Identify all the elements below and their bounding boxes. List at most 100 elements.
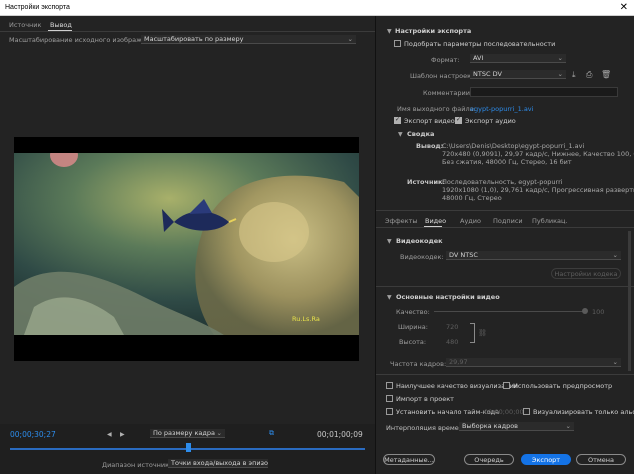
- match-sequence-label: Подобрать параметры последовательности: [404, 40, 556, 48]
- tab-audio[interactable]: Аудио: [460, 217, 481, 225]
- quality-label: Качество:: [396, 308, 430, 316]
- match-sequence-checkbox[interactable]: [394, 40, 401, 47]
- video-overlay-text: Ru.Ls.Ra: [292, 315, 320, 323]
- height-label: Высота:: [399, 338, 427, 346]
- max-quality-label: Наилучшее качество визуализации: [396, 382, 518, 390]
- chevron-down-icon: ⌄: [612, 358, 618, 366]
- summary-header: Сводка: [407, 130, 435, 138]
- source-range-label: Диапазон источника:: [102, 461, 176, 469]
- section-divider: [376, 210, 634, 211]
- use-previews-checkbox[interactable]: [503, 382, 510, 389]
- tabs-divider: [0, 31, 375, 32]
- summary-output-line: Без сжатия, 48000 Гц, Стерео, 16 бит: [442, 158, 572, 166]
- aspect-bracket: [470, 323, 475, 343]
- fit-select[interactable]: По размеру кадра ⌄: [150, 429, 225, 438]
- playhead[interactable]: [185, 443, 191, 452]
- scrollbar[interactable]: [628, 231, 631, 371]
- interp-select[interactable]: Выборка кадров ⌄: [459, 422, 574, 431]
- codec-settings-button[interactable]: Настройки кодека: [551, 268, 621, 279]
- cancel-button[interactable]: Отмена: [576, 454, 626, 465]
- tab-video[interactable]: Видео: [425, 217, 446, 225]
- export-video-label: Экспорт видео: [404, 117, 455, 125]
- chevron-down-icon: ⌄: [259, 459, 265, 467]
- source-range-value: Точки входа/выхода в эпизо...: [171, 459, 268, 467]
- format-label: Формат:: [431, 56, 460, 64]
- basic-video-header: Основные настройки видео: [396, 293, 500, 301]
- tab-output[interactable]: Вывод: [50, 21, 72, 29]
- summary-output-line: 720x480 (0,9091), 29,97 кадр/с, Нижнее, …: [442, 150, 634, 158]
- output-name-label: Имя выходного файла:: [397, 105, 476, 113]
- summary-output-line: C:\Users\Denis\Desktop\egypt-popurri_1.a…: [442, 142, 585, 150]
- queue-button[interactable]: Очередь: [464, 454, 514, 465]
- format-select[interactable]: AVI ⌄: [470, 54, 566, 63]
- delete-preset-icon[interactable]: 🗑: [601, 70, 611, 79]
- width-value: 720: [446, 323, 459, 331]
- quality-slider[interactable]: [434, 311, 584, 312]
- video-codec-select[interactable]: DV NTSC ⌄: [446, 251, 621, 260]
- fit-select-value: По размеру кадра: [153, 429, 215, 437]
- close-icon[interactable]: ✕: [620, 2, 628, 13]
- framerate-select[interactable]: 29,97 ⌄: [446, 358, 621, 367]
- alpha-only-checkbox[interactable]: [523, 408, 530, 415]
- export-video-checkbox[interactable]: [394, 116, 401, 124]
- use-previews-label: Использовать предпросмотр: [513, 382, 613, 390]
- output-name-link[interactable]: egypt-popurri_1.avi: [470, 105, 533, 113]
- metadata-button[interactable]: Метаданные...: [383, 454, 435, 465]
- tab-effects[interactable]: Эффекты: [385, 217, 418, 225]
- section-divider: [376, 286, 634, 287]
- tab-captions[interactable]: Подписи: [493, 217, 523, 225]
- summary-output-label: Вывод:: [416, 142, 444, 150]
- video-codec-label: Видеокодек:: [400, 253, 444, 261]
- preset-value: NTSC DV: [473, 70, 502, 78]
- video-frame: [14, 137, 359, 361]
- scaling-select[interactable]: Масштабировать по размеру ⌄: [141, 35, 356, 44]
- video-preview[interactable]: Ru.Ls.Ra: [14, 137, 359, 361]
- tab-publish[interactable]: Публикац.: [532, 217, 568, 225]
- link-icon[interactable]: ⛓: [478, 329, 487, 337]
- interp-label: Интерполяция времени:: [386, 424, 470, 432]
- summary-source-line: 1920x1080 (1,0), 29,761 кадр/с, Прогресс…: [442, 186, 634, 194]
- max-quality-checkbox[interactable]: [386, 382, 393, 389]
- timecode-value[interactable]: 00;00;00;00: [484, 408, 524, 416]
- preset-label: Шаблон настроек:: [410, 72, 474, 80]
- comment-input[interactable]: [470, 87, 618, 97]
- alpha-only-label: Визуализировать только альфа-кан...: [533, 408, 634, 416]
- export-button[interactable]: Экспорт: [521, 454, 571, 465]
- summary-source-label: Источник:: [407, 178, 446, 186]
- export-audio-label: Экспорт аудио: [465, 117, 516, 125]
- collapse-icon[interactable]: ▼: [387, 238, 392, 245]
- save-preset-icon[interactable]: ⤓: [572, 70, 576, 80]
- current-timecode[interactable]: 00;00;30;27: [10, 430, 56, 439]
- set-out-icon[interactable]: ▶: [120, 431, 125, 438]
- tab-source[interactable]: Источник: [9, 21, 41, 29]
- export-audio-checkbox[interactable]: [455, 116, 462, 124]
- import-project-checkbox[interactable]: [386, 395, 393, 402]
- framerate-value: 29,97: [449, 358, 468, 366]
- chevron-down-icon: ⌄: [557, 54, 563, 62]
- video-codec-value: DV NTSC: [449, 251, 478, 259]
- set-in-icon[interactable]: ◀: [107, 431, 112, 438]
- export-settings-header: Настройки экспорта: [395, 27, 472, 35]
- end-timecode: 00;01;00;09: [317, 430, 363, 439]
- interp-value: Выборка кадров: [462, 422, 519, 430]
- crop-icon[interactable]: ⧉: [269, 429, 274, 438]
- scaling-label: Масштабирование исходного изображения:: [9, 36, 161, 44]
- collapse-icon[interactable]: ▼: [398, 131, 403, 138]
- import-project-label: Импорт в проект: [396, 395, 454, 403]
- quality-slider-handle[interactable]: [582, 308, 588, 314]
- scaling-select-value: Масштабировать по размеру: [144, 35, 244, 43]
- width-label: Ширина:: [398, 323, 428, 331]
- title-bar: Настройки экспорта ✕: [0, 0, 634, 16]
- comment-label: Комментарии:: [423, 89, 473, 97]
- section-divider: [376, 374, 634, 375]
- set-timecode-checkbox[interactable]: [386, 408, 393, 415]
- preset-select[interactable]: NTSC DV ⌄: [470, 70, 566, 79]
- import-preset-icon[interactable]: ⎙: [586, 70, 592, 80]
- source-range-select[interactable]: Точки входа/выхода в эпизо... ⌄: [168, 459, 268, 468]
- tabs-divider: [376, 227, 634, 228]
- window-title: Настройки экспорта: [5, 4, 70, 11]
- collapse-icon[interactable]: ▼: [387, 294, 392, 301]
- height-value: 480: [446, 338, 459, 346]
- chevron-down-icon: ⌄: [565, 422, 571, 430]
- collapse-icon[interactable]: ▼: [387, 28, 392, 35]
